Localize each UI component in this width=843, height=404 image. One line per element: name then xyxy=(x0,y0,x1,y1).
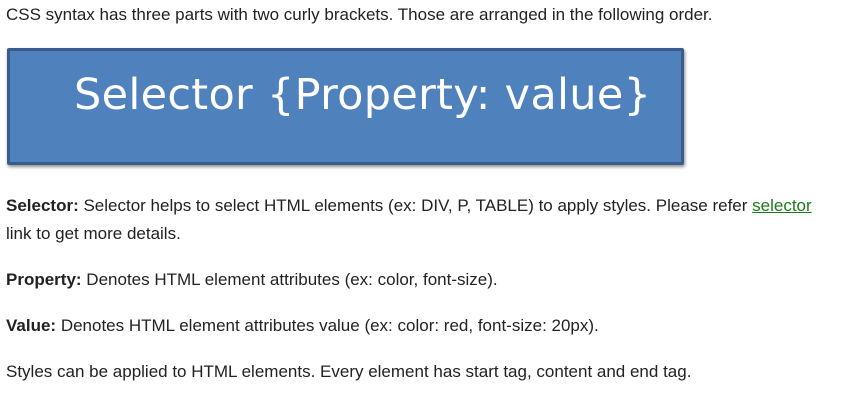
styles-description: Styles can be applied to HTML elements. … xyxy=(6,362,692,381)
syntax-diagram-text: Selector {Property: value} xyxy=(74,70,652,120)
selector-link[interactable]: selector xyxy=(752,196,812,215)
value-term: Value: xyxy=(6,316,57,335)
intro-text: CSS syntax has three parts with two curl… xyxy=(6,5,713,24)
property-description: Property: Denotes HTML element attribute… xyxy=(6,266,838,294)
selector-text-before-link: Selector helps to select HTML elements (… xyxy=(78,196,753,215)
selector-description: Selector: Selector helps to select HTML … xyxy=(6,192,838,248)
selector-term: Selector: xyxy=(6,196,79,215)
value-description: Value: Denotes HTML element attributes v… xyxy=(6,312,838,340)
syntax-diagram-box: Selector {Property: value} xyxy=(7,48,684,165)
property-term: Property: xyxy=(6,270,82,289)
value-text: Denotes HTML element attributes value (e… xyxy=(56,316,599,335)
property-text: Denotes HTML element attributes (ex: col… xyxy=(81,270,498,289)
content-area: CSS syntax has three parts with two curl… xyxy=(6,0,838,386)
selector-text-after-link: link to get more details. xyxy=(6,224,181,243)
